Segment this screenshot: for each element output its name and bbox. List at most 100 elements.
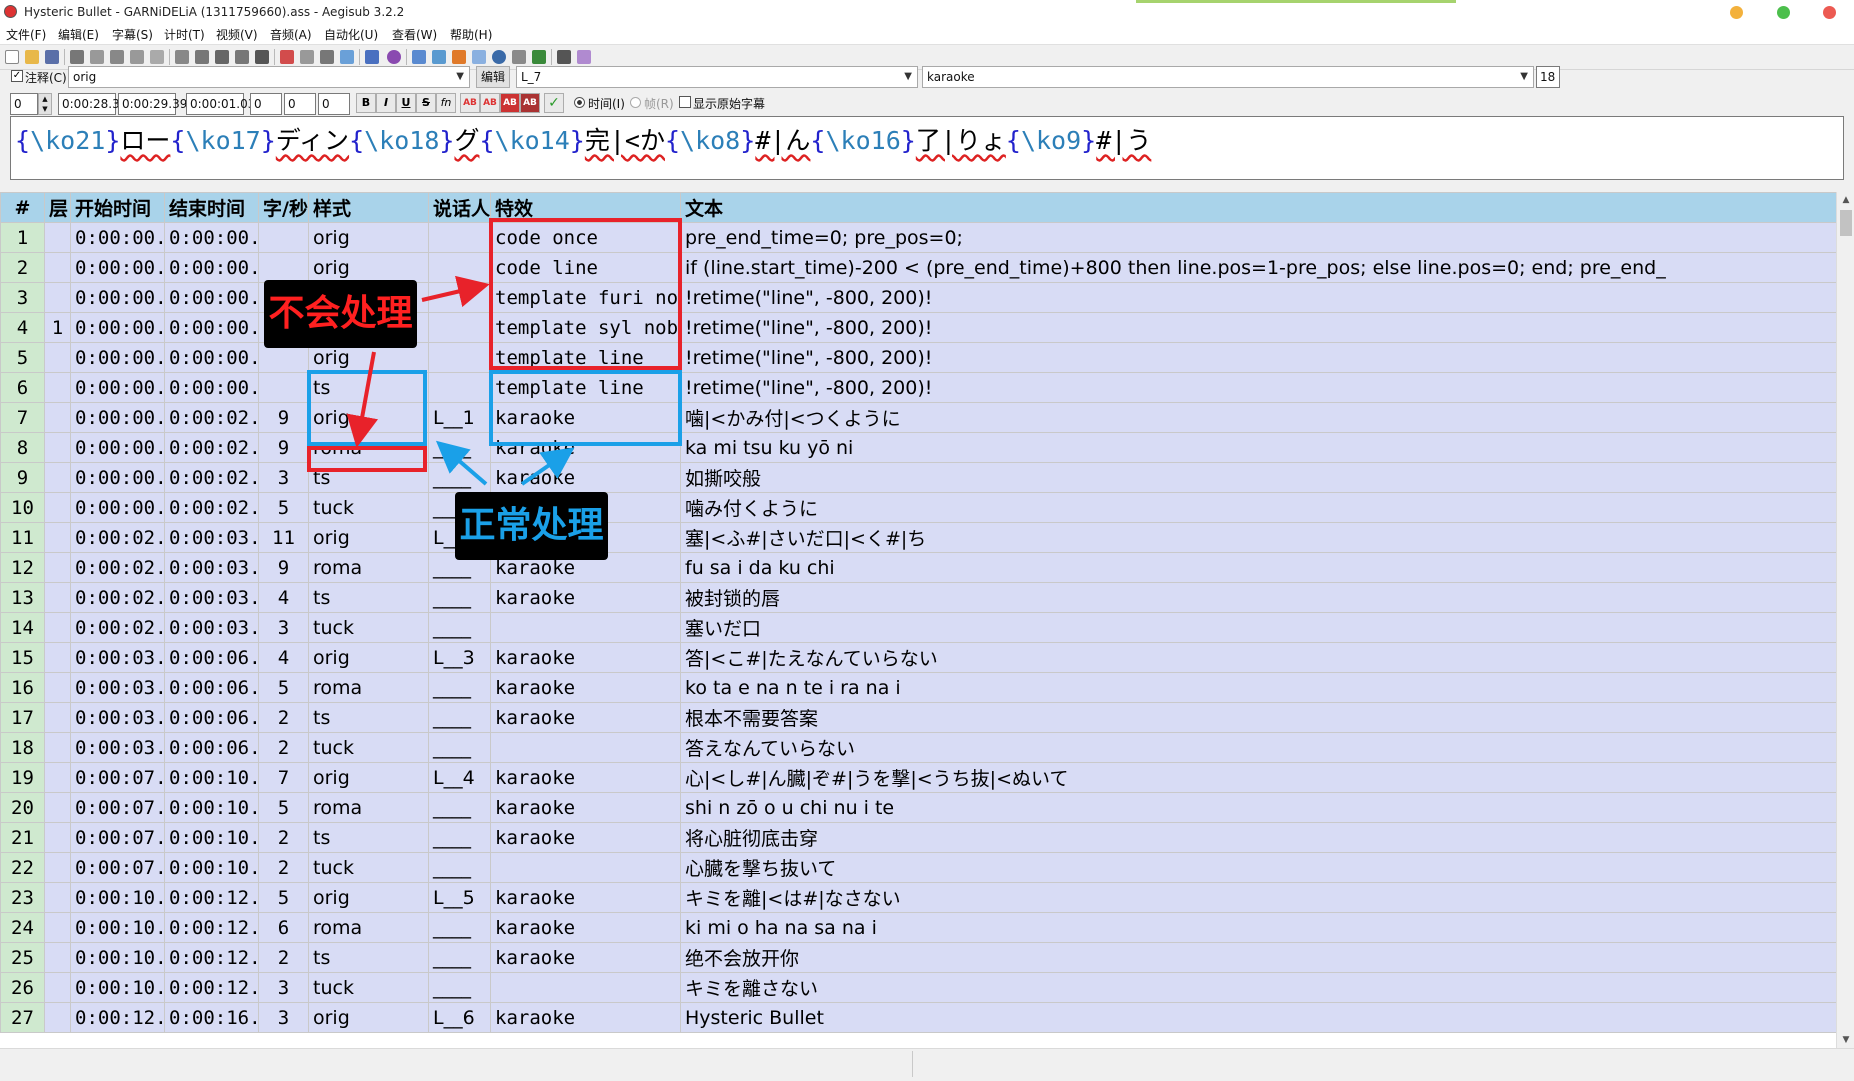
- edit-style-button[interactable]: 编辑: [476, 66, 510, 88]
- menu-edit[interactable]: 编辑(E): [58, 26, 99, 43]
- effect-select[interactable]: karaoke ▼: [922, 66, 1534, 88]
- grid-scrollbar[interactable]: ▲ ▼: [1836, 192, 1854, 1048]
- subtitle-row[interactable]: 2 0:00:00.000:00:00.00 orig code lineif (li…: [0, 252, 1836, 283]
- subtitle-row[interactable]: 19 0:00:07.280:00:10.287origL__4karaoke心|…: [0, 762, 1836, 793]
- commit-check-icon[interactable]: ✓: [544, 93, 564, 113]
- resample-icon[interactable]: [235, 50, 249, 64]
- start-time-field[interactable]: 0:00:28.36: [58, 93, 127, 115]
- column-header[interactable]: 样式: [308, 192, 429, 223]
- italic-button[interactable]: I: [376, 93, 396, 113]
- shadow-color-button[interactable]: AB: [520, 93, 540, 113]
- subtitle-row[interactable]: 9 0:00:00.940:00:02.253ts____karaoke如撕咬般: [0, 462, 1836, 493]
- subtitle-row[interactable]: 27 0:00:12.810:00:16.333origL__6karaokeHy…: [0, 1002, 1836, 1033]
- automation-icon[interactable]: [280, 50, 294, 64]
- show-original-checkbox[interactable]: [679, 96, 691, 108]
- subtitle-row[interactable]: 26 0:00:10.640:00:12.813tuck____ キミを離さない: [0, 972, 1836, 1003]
- subtitle-row[interactable]: 13 0:00:02.440:00:03.694ts____karaoke被封锁的…: [0, 582, 1836, 613]
- subtitle-row[interactable]: 22 0:00:07.280:00:10.282tuck____ 心臓を撃ち抜いて: [0, 852, 1836, 883]
- column-header[interactable]: 层: [44, 192, 71, 223]
- scroll-thumb[interactable]: [1840, 210, 1852, 236]
- translation-assistant-icon[interactable]: [320, 50, 334, 64]
- secondary-color-button[interactable]: AB: [480, 93, 500, 113]
- style-select[interactable]: orig ▼: [68, 66, 470, 88]
- subtitle-row[interactable]: 25 0:00:10.640:00:12.812ts____karaoke绝不会放…: [0, 942, 1836, 973]
- font-button[interactable]: fn: [436, 93, 456, 113]
- menu-automation[interactable]: 自动化(U): [324, 26, 378, 43]
- column-header[interactable]: 开始时间: [70, 192, 165, 223]
- menu-view[interactable]: 查看(W): [392, 26, 437, 43]
- comment-checkbox[interactable]: ✓: [11, 70, 23, 82]
- primary-color-button[interactable]: AB: [460, 93, 480, 113]
- kanji-timer-icon[interactable]: [340, 50, 354, 64]
- subtitle-row[interactable]: 110:00:02.440:00:03.6911origL__2karaoke塞…: [0, 522, 1836, 553]
- margin-vertical-field[interactable]: 0: [318, 93, 350, 115]
- frame-icon[interactable]: [512, 50, 526, 64]
- subtitle-row[interactable]: 12 0:00:02.440:00:03.699roma____karaokefu…: [0, 552, 1836, 583]
- subtitle-row[interactable]: 10 0:00:00.940:00:02.255tuck____ 噛み付くように: [0, 492, 1836, 523]
- timing-icon[interactable]: [365, 50, 379, 64]
- column-header[interactable]: 说话人: [428, 192, 491, 223]
- subtitle-row[interactable]: 23 0:00:10.640:00:12.815origL__5karaokeキミ…: [0, 882, 1836, 913]
- column-header[interactable]: #: [0, 192, 45, 223]
- zoom-icon[interactable]: [387, 50, 401, 64]
- scroll-up-icon[interactable]: ▲: [1837, 192, 1854, 208]
- margin-right-field[interactable]: 0: [284, 93, 316, 115]
- menu-video[interactable]: 视频(V): [216, 26, 258, 43]
- subtitle-row[interactable]: 5 0:00:00.000:00:00.00 orig template line!r…: [0, 342, 1836, 373]
- jump-to-end-icon[interactable]: [432, 50, 446, 64]
- layer-spinner[interactable]: ▲ ▼: [38, 93, 52, 115]
- subtitle-text-editor[interactable]: {\ko21}ロー{\ko17}ディン{\ko18}グ{\ko14}完|<か{\…: [10, 116, 1844, 180]
- subtitle-row[interactable]: 1 0:00:00.000:00:00.00 orig code oncepre_en…: [0, 222, 1836, 253]
- subtitle-row[interactable]: 21 0:00:07.280:00:10.282ts____karaoke将心脏彻…: [0, 822, 1836, 853]
- spellcheck-icon[interactable]: [300, 50, 314, 64]
- column-header[interactable]: 结束时间: [164, 192, 259, 223]
- subtitle-row[interactable]: 410:00:00.000:00:00.00origtemplate syl n…: [0, 312, 1836, 343]
- menu-timing[interactable]: 计时(T): [164, 26, 205, 43]
- open-audio-icon[interactable]: [90, 50, 104, 64]
- open-video-icon[interactable]: [70, 50, 84, 64]
- properties-icon[interactable]: [150, 50, 164, 64]
- maximize-button[interactable]: [1777, 6, 1790, 19]
- snap-icon[interactable]: [452, 50, 466, 64]
- actor-select[interactable]: L_7 ▼: [516, 66, 918, 88]
- minimize-button[interactable]: [1730, 6, 1743, 19]
- tag-icon[interactable]: [577, 50, 591, 64]
- new-file-icon[interactable]: [5, 50, 19, 64]
- subtitle-row[interactable]: 14 0:00:02.440:00:03.693tuck____ 塞いだ口: [0, 612, 1836, 643]
- subtitle-row[interactable]: 24 0:00:10.640:00:12.816roma____karaokeki…: [0, 912, 1836, 943]
- end-time-field[interactable]: 0:00:29.39: [118, 93, 187, 115]
- jump-to-start-icon[interactable]: [412, 50, 426, 64]
- outline-color-button[interactable]: AB: [500, 93, 520, 113]
- find-icon[interactable]: [110, 50, 124, 64]
- frame-radio[interactable]: [630, 97, 641, 108]
- subtitle-row[interactable]: 20 0:00:07.280:00:10.285roma____karaokesh…: [0, 792, 1836, 823]
- time-radio[interactable]: [574, 97, 585, 108]
- shift-times-icon[interactable]: [472, 50, 486, 64]
- margin-field[interactable]: 18: [1536, 66, 1560, 88]
- duration-field[interactable]: 0:00:01.03: [186, 93, 255, 115]
- subtitle-row[interactable]: 6 0:00:00.000:00:00.00 ts template line!ret…: [0, 372, 1836, 403]
- subtitle-row[interactable]: 3 0:00:00.000:00:00.00 orig template furi n…: [0, 282, 1836, 313]
- subtitle-row[interactable]: 16 0:00:03.880:00:06.925roma____karaokeko…: [0, 672, 1836, 703]
- clock-icon[interactable]: [492, 50, 506, 64]
- menu-file[interactable]: 文件(F): [6, 26, 46, 43]
- fonts-collector-icon[interactable]: [215, 50, 229, 64]
- menu-help[interactable]: 帮助(H): [450, 26, 492, 43]
- layer-field[interactable]: 0: [10, 93, 38, 115]
- bold-button[interactable]: B: [356, 93, 376, 113]
- strikeout-button[interactable]: S: [416, 93, 436, 113]
- check-icon[interactable]: [532, 50, 546, 64]
- margin-left-field[interactable]: 0: [250, 93, 282, 115]
- subtitle-row[interactable]: 17 0:00:03.880:00:06.922ts____karaoke根本不需…: [0, 702, 1836, 733]
- styles-manager-icon[interactable]: [175, 50, 189, 64]
- subtitle-row[interactable]: 7 0:00:00.940:00:02.259origL__1karaoke噛|<…: [0, 402, 1836, 433]
- menu-subtitle[interactable]: 字幕(S): [112, 26, 153, 43]
- menu-audio[interactable]: 音频(A): [270, 26, 312, 43]
- attachments-icon[interactable]: [195, 50, 209, 64]
- column-header[interactable]: 文本: [680, 192, 1836, 223]
- find-replace-icon[interactable]: [130, 50, 144, 64]
- subtitle-row[interactable]: 18 0:00:03.880:00:06.922tuck____ 答えなんていらない: [0, 732, 1836, 763]
- tools-icon[interactable]: [557, 50, 571, 64]
- subtitle-row[interactable]: 8 0:00:00.940:00:02.259roma____karaokeka …: [0, 432, 1836, 463]
- scroll-down-icon[interactable]: ▼: [1837, 1032, 1854, 1048]
